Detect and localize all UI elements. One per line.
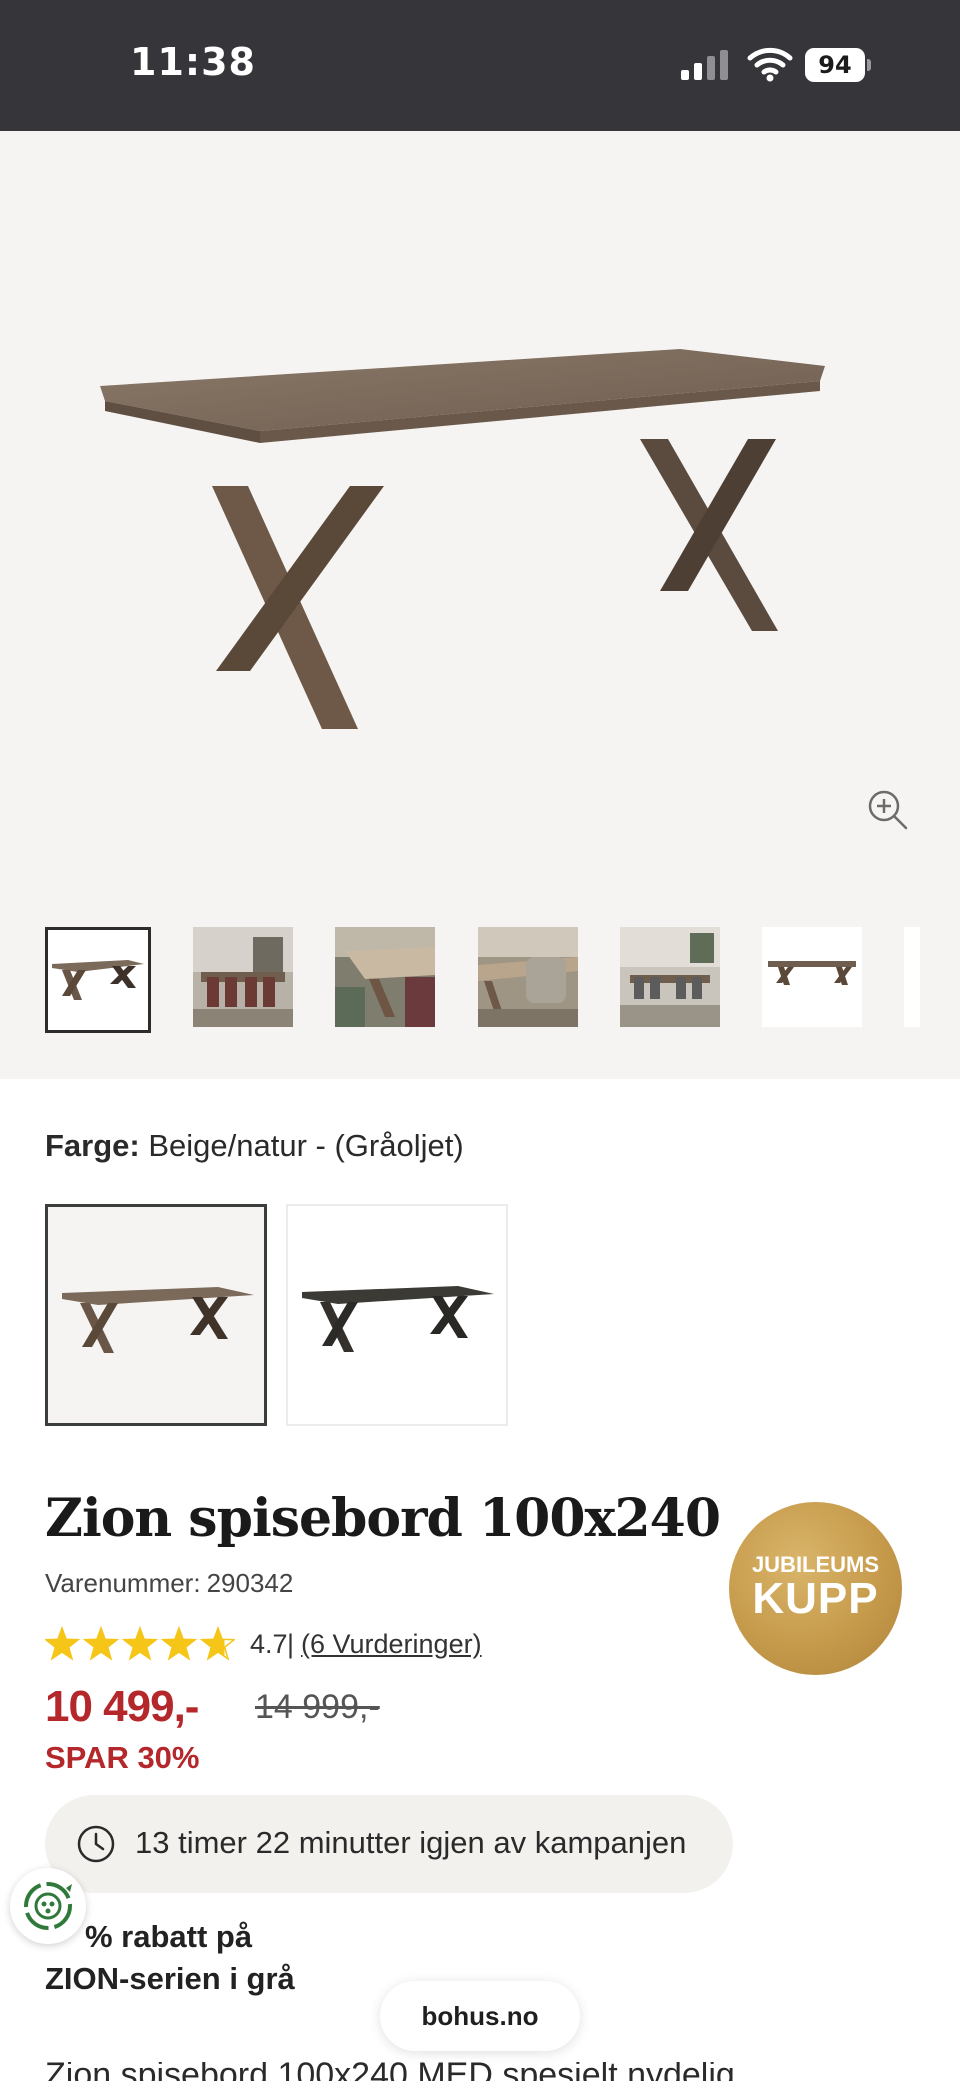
color-selection: Farge: Beige/natur - (Gråoljet) <box>45 1128 464 1164</box>
product-main-image[interactable] <box>100 261 860 761</box>
recycle-leaf-icon <box>24 1882 72 1930</box>
rating-star <box>121 1625 159 1661</box>
savings-label: SPAR 30% <box>45 1740 200 1775</box>
description-peek: Zion spisebord 100x240 MED spesielt nyde… <box>45 2062 865 2081</box>
current-price: 10 499,- <box>45 1682 199 1731</box>
rating-star <box>160 1625 198 1661</box>
jubileums-kupp-badge: JUBILEUMS KUPP <box>729 1502 902 1675</box>
sku: Varenummer: 290342 <box>45 1568 293 1599</box>
promo-text: % rabatt på ZION-serien i grå <box>45 1916 295 2000</box>
product-title: Zion spisebord 100x240 <box>45 1488 721 1549</box>
gallery-thumbnail-2[interactable] <box>193 927 293 1027</box>
rating-stars <box>45 1625 235 1661</box>
description-peek-text: Zion spisebord 100x240 MED spesielt nyde… <box>45 2062 735 2081</box>
gallery-thumbnail-5[interactable] <box>620 927 720 1027</box>
rating-value: 4.7 <box>250 1629 288 1659</box>
color-variant-beige[interactable] <box>45 1204 267 1426</box>
product-gallery <box>0 131 960 1079</box>
sku-label: Varenummer: <box>45 1568 201 1598</box>
rating-separator: | <box>287 1629 295 1659</box>
gallery-thumbnail-7[interactable] <box>904 927 920 1027</box>
badge-line2: KUPP <box>752 1574 879 1623</box>
original-price: 14 999,- <box>255 1688 380 1726</box>
promo-line2: ZION-serien i grå <box>45 1961 295 1996</box>
promo-line1: % rabatt på <box>85 1919 253 1954</box>
gallery-thumbnail-3[interactable] <box>335 927 435 1027</box>
gallery-thumbnail-6[interactable] <box>762 927 862 1027</box>
campaign-timer: 13 timer 22 minutter igjen av kampanjen <box>45 1795 733 1893</box>
rating-star <box>82 1625 120 1661</box>
reviews-link[interactable]: (6 Vurderinger) <box>301 1629 482 1660</box>
cellular-signal-icon <box>681 50 731 80</box>
battery-level: 94 <box>805 48 865 82</box>
status-bar: 11:38 94 <box>0 0 960 131</box>
gallery-thumbnail-1[interactable] <box>45 927 151 1033</box>
color-variant-dark[interactable] <box>286 1204 508 1426</box>
rating-star <box>199 1625 235 1661</box>
clock-icon <box>77 1825 115 1863</box>
browser-url-pill[interactable]: bohus.no <box>380 1981 580 2051</box>
rating-star <box>45 1625 81 1661</box>
campaign-timer-text: 13 timer 22 minutter igjen av kampanjen <box>135 1825 687 1860</box>
color-label: Farge: <box>45 1128 140 1163</box>
sku-number: 290342 <box>206 1568 294 1598</box>
sustainability-widget[interactable] <box>10 1868 86 1944</box>
wifi-icon <box>747 47 793 82</box>
zoom-in-icon[interactable] <box>866 788 910 832</box>
color-value: Beige/natur - (Gråoljet) <box>148 1128 464 1163</box>
battery-icon: 94 <box>805 48 871 82</box>
status-time: 11:38 <box>130 40 256 84</box>
gallery-thumbnail-4[interactable] <box>478 927 578 1027</box>
